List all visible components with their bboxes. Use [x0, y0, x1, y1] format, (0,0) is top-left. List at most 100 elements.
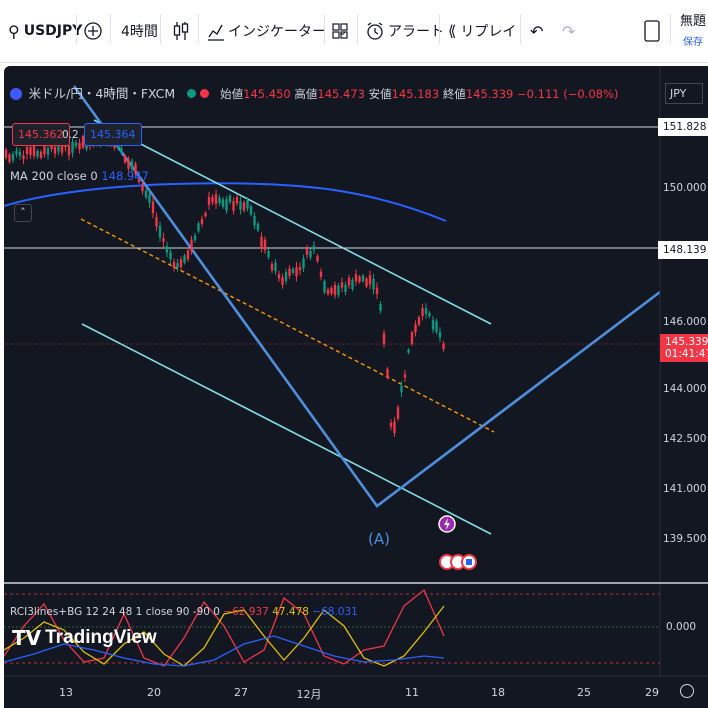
candle-body [414, 324, 417, 333]
candle-body [46, 148, 50, 155]
date-axis-label: 29 [645, 686, 659, 699]
candle-body [361, 275, 365, 282]
alert-button[interactable]: アラート [366, 0, 444, 62]
candle-body [36, 151, 39, 157]
symbol-legend: 米ドル/円・4時間・FXCM 始値145.450 高値145.473 安値145… [10, 83, 618, 102]
candle-body [295, 267, 298, 277]
candle-body [127, 159, 130, 169]
candle-body [274, 262, 277, 272]
candle-body [309, 251, 312, 258]
candle-body [347, 278, 351, 286]
channel-lower-line [81, 323, 492, 535]
close-label: 終値 [442, 87, 466, 101]
candle-body [22, 155, 25, 160]
undo-button[interactable]: ↶ [530, 0, 543, 62]
candle-body [288, 268, 291, 276]
gear-icon[interactable] [680, 684, 694, 698]
replay-button[interactable]: ⟪ リプレイ [448, 0, 516, 62]
chart-type-button[interactable] [172, 0, 190, 62]
candle-body [249, 206, 253, 215]
indicators-button[interactable]: インジケーター ⌄ [207, 0, 347, 62]
alert-label: アラート [388, 24, 444, 40]
candle-body [158, 225, 162, 238]
ma-value: 148.947 [101, 169, 149, 183]
replay-label: リプレイ [460, 24, 517, 40]
candle-body [284, 272, 288, 281]
candle-body [305, 248, 309, 255]
candle-body [442, 343, 445, 350]
layout-file-icon-button[interactable] [644, 0, 660, 62]
ma-legend: MA 200 close 0 148.947 [10, 169, 149, 183]
candle-body [15, 150, 18, 155]
candle-body [179, 259, 183, 268]
price-axis-label: 150.000 [663, 182, 707, 195]
candle-body [358, 276, 361, 283]
change-value: −0.111 (−0.08%) [517, 87, 619, 101]
candle-body [372, 278, 375, 290]
candle-body [326, 289, 330, 294]
chevron-up-icon[interactable]: ˄ [14, 204, 32, 222]
high-label: 高値 [294, 87, 318, 101]
price-axis-label: 148.139 [658, 241, 708, 260]
countdown: 01:41:47 [665, 348, 708, 360]
candle-body [4, 149, 8, 158]
search-icon: ⚲ [8, 21, 20, 41]
candle-body [253, 215, 256, 226]
ask-button[interactable]: 145.364 [84, 123, 142, 146]
indicator-label: RCI3lines+BG 12 24 48 1 close 90 -90 0 [10, 606, 220, 618]
candle-body [267, 251, 270, 258]
candle-body [172, 261, 176, 269]
compare-button[interactable] [84, 0, 102, 62]
layout-button[interactable] [332, 0, 348, 62]
candle-body [193, 235, 197, 241]
chart-area[interactable]: (A) 米ドル/円・4時間・FXCM 始値145.450 高値145.473 安… [4, 66, 708, 708]
candle-body [333, 284, 337, 296]
candle-body [197, 223, 200, 232]
candle-body [431, 319, 435, 330]
candle-body [214, 194, 218, 204]
price-axis-label: 151.828 [658, 118, 708, 136]
candle-body [281, 277, 284, 286]
date-axis-label: 13 [59, 686, 73, 699]
replay-icon: ⟪ [448, 22, 457, 40]
candle-body [424, 308, 428, 314]
candle-body [246, 200, 249, 209]
candle-body [53, 146, 57, 154]
redo-button[interactable]: ↷ [562, 0, 575, 62]
close-value: 145.339 [465, 87, 514, 101]
interval-button[interactable]: 4時間 [121, 0, 158, 62]
candle-body [169, 252, 172, 260]
spread-value: 0.2 [62, 129, 79, 141]
time-axis[interactable] [4, 676, 708, 708]
candle-body [421, 308, 424, 317]
tradingview-logo[interactable]: TV TradingView [12, 626, 157, 650]
bid-button[interactable]: 145.362 [12, 123, 70, 146]
candle-body [120, 148, 123, 153]
candle-body [190, 239, 193, 251]
date-axis-label: 25 [577, 686, 591, 699]
indicators-icon [208, 24, 224, 41]
candle-body [375, 287, 379, 295]
candle-body [218, 197, 221, 204]
data-source-icon [199, 89, 209, 98]
candle-body [228, 195, 232, 203]
indicator-legend: RCI3lines+BG 12 24 48 1 close 90 -90 0 −… [10, 606, 358, 618]
currency-label[interactable]: JPY [665, 83, 703, 104]
candle-body [39, 151, 43, 158]
date-axis-label: 27 [234, 686, 248, 699]
candle-body [162, 238, 165, 242]
symbol-search[interactable]: ⚲ USDJPY [8, 0, 82, 62]
candle-body [211, 197, 214, 203]
candle-body [270, 264, 274, 271]
save-layout[interactable]: 無題 保存 [680, 10, 706, 48]
candle-body [379, 304, 382, 311]
interval-label: 4時間 [121, 24, 158, 40]
document-icon [644, 20, 660, 42]
current-price-tag: 145.339 01:41:47 [660, 334, 708, 362]
wave-label: (A) [368, 530, 390, 548]
candle-body [435, 320, 438, 332]
candle-body [260, 236, 263, 249]
candle-body [239, 201, 242, 210]
price-axis-label: 146.000 [663, 315, 707, 328]
tradingview-icon: TV [12, 626, 42, 650]
